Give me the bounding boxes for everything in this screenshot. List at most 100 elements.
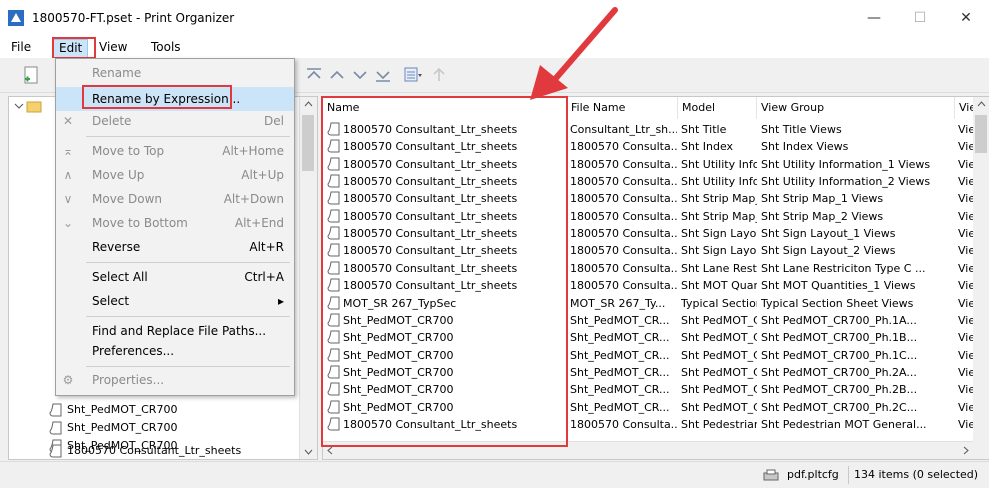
table-cell: Sht Index Views — [761, 140, 849, 154]
menu-reverse[interactable]: Reverse Alt+R — [56, 235, 294, 259]
table-cell: Sht PedMOT_C... — [681, 383, 757, 397]
sheet-icon — [49, 403, 62, 417]
menu-bar: File Edit View Tools — [0, 36, 989, 58]
table-cell: Sht PedMOT_CR700_Ph.2B... — [761, 383, 918, 397]
table-cell: Sht Utility Inform... — [681, 157, 757, 171]
scroll-up-icon[interactable] — [977, 101, 986, 107]
menu-move-down[interactable]: ∨ Move Down Alt+Down — [56, 187, 294, 211]
table-cell: 1800570 Consulta... — [570, 244, 677, 258]
submenu-arrow-icon: ▸ — [277, 294, 284, 308]
scroll-left-icon[interactable] — [327, 446, 333, 455]
list-scrollbar[interactable] — [973, 97, 989, 459]
scroll-up-icon[interactable] — [304, 101, 313, 107]
table-cell: Sht PedMOT_CR700_Ph.2C... — [761, 400, 918, 414]
printer-icon — [763, 469, 779, 481]
folder-icon — [14, 101, 42, 113]
table-cell: Sht Strip Map_1 Views — [761, 192, 884, 206]
menu-rename[interactable]: Rename — [56, 61, 294, 85]
table-cell: Sht MOT Quantities_1 Views — [761, 279, 916, 293]
table-cell: Sht Index — [681, 140, 734, 154]
table-cell: 1800570 Consulta... — [570, 175, 677, 189]
table-cell: Sht Title — [681, 123, 727, 136]
move-to-bottom-icon: ⌄ — [62, 216, 74, 230]
table-cell: Sht Utility Information_2 Views — [761, 175, 931, 189]
table-cell: Sht PedMOT_CR700_Ph.1A... — [761, 313, 917, 327]
tree-item-label: 1800570 Consultant_Ltr_sheets — [67, 444, 242, 457]
tree-item-label: Sht_PedMOT_CR700 — [67, 421, 178, 434]
menu-move-to-top[interactable]: ⌅ Move to Top Alt+Home — [56, 139, 294, 163]
move-to-bottom-icon[interactable] — [374, 66, 392, 84]
menu-preferences[interactable]: Preferences... — [56, 339, 294, 363]
table-cell: Sht PedMOT_C... — [681, 365, 757, 379]
move-up-icon: ∧ — [63, 168, 73, 182]
table-cell: Sht Utility Inform... — [681, 175, 757, 189]
table-cell: Sht Lane Restriciton Type C ... — [761, 261, 926, 275]
table-cell: 1800570 Consulta... — [570, 209, 677, 223]
red-arrow-icon — [530, 7, 618, 100]
column-header-model[interactable]: Model — [678, 97, 757, 119]
table-cell: Sht PedMOT_C... — [681, 400, 757, 414]
table-cell: Sht PedMOT_C... — [681, 331, 757, 345]
sheet-icon — [49, 444, 62, 458]
rename-by-expression-highlight — [82, 85, 232, 109]
menu-separator — [86, 136, 290, 137]
move-up-icon[interactable] — [328, 66, 346, 84]
menu-view[interactable]: View — [94, 39, 132, 56]
menu-move-up[interactable]: ∧ Move Up Alt+Up — [56, 163, 294, 187]
scroll-down-icon[interactable] — [304, 449, 313, 455]
sheet-icon — [49, 421, 62, 435]
column-header-view-group[interactable]: View Group — [757, 97, 955, 119]
menu-file[interactable]: File — [6, 39, 36, 56]
menu-properties[interactable]: ⚙ Properties... — [56, 368, 294, 392]
menu-tools[interactable]: Tools — [146, 39, 186, 56]
menu-move-to-bottom[interactable]: ⌄ Move to Bottom Alt+End — [56, 211, 294, 235]
move-to-top-icon: ⌅ — [62, 144, 74, 158]
menu-select-all[interactable]: Select All Ctrl+A — [56, 265, 294, 289]
view-options-icon[interactable] — [404, 66, 422, 84]
minimize-button[interactable]: — — [851, 0, 897, 36]
table-cell: 1800570 Consulta... — [570, 417, 677, 431]
table-cell: Sht Pedestrian ... — [681, 417, 757, 431]
scroll-thumb[interactable] — [975, 115, 987, 153]
tree-scrollbar[interactable] — [299, 97, 317, 459]
close-button[interactable]: ✕ — [943, 0, 989, 36]
menu-select[interactable]: Select ▸ — [56, 289, 294, 313]
table-cell: Sht_PedMOT_CR... — [570, 383, 670, 397]
table-cell: 1800570 Consulta... — [570, 157, 677, 171]
tree-item[interactable]: 1800570 Consultant_Ltr_sheets — [49, 442, 241, 460]
table-cell: 1800570 Consulta... — [570, 192, 677, 206]
tree-item[interactable]: Sht_PedMOT_CR700 — [49, 401, 177, 419]
menu-delete[interactable]: ✕ Delete Del — [56, 109, 294, 133]
edit-menu-highlight — [52, 37, 96, 59]
table-cell: Sht Lane Restri... — [681, 261, 757, 275]
printer-config[interactable]: pdf.pltcfg — [782, 466, 844, 484]
table-cell: Sht PedMOT_CR700_Ph.2A... — [761, 365, 917, 379]
table-cell: Sht Sign Layout... — [681, 227, 757, 241]
table-cell: Consultant_Ltr_sh... — [570, 123, 677, 136]
maximize-button[interactable]: ☐ — [897, 0, 943, 36]
table-cell: Sht Sign Layout_1 Views — [761, 227, 896, 241]
table-cell: Sht PedMOT_CR700_Ph.1B... — [761, 331, 918, 345]
table-cell: MOT_SR 267_Ty... — [570, 296, 666, 310]
title-bar: 1800570-FT.pset - Print Organizer — ☐ ✕ — [0, 0, 989, 36]
print-organizer-icon — [8, 10, 24, 26]
move-down-icon[interactable] — [351, 66, 369, 84]
menu-separator — [86, 316, 290, 317]
table-cell: Typical Section Sheet Views — [761, 296, 914, 310]
move-to-top-icon[interactable] — [305, 66, 323, 84]
scroll-thumb[interactable] — [302, 115, 314, 171]
up-level-icon[interactable] — [430, 66, 448, 84]
table-cell: Sht Strip Map_2 Views — [761, 209, 884, 223]
new-set-icon[interactable] — [22, 66, 40, 84]
table-cell: 1800570 Consulta... — [570, 227, 677, 241]
table-cell: 1800570 Consulta... — [570, 140, 677, 154]
name-column-highlight — [321, 96, 568, 447]
tree-item[interactable]: Sht_PedMOT_CR700 — [49, 419, 177, 437]
table-cell: Sht Strip Map_2 — [681, 209, 757, 223]
table-cell: 1800570 Consulta... — [570, 261, 677, 275]
scroll-right-icon[interactable] — [963, 446, 969, 455]
table-cell: Sht_PedMOT_CR... — [570, 400, 670, 414]
table-cell: Sht Sign Layout... — [681, 244, 757, 258]
move-down-icon: ∨ — [63, 192, 73, 206]
table-cell: Sht_PedMOT_CR... — [570, 348, 670, 362]
